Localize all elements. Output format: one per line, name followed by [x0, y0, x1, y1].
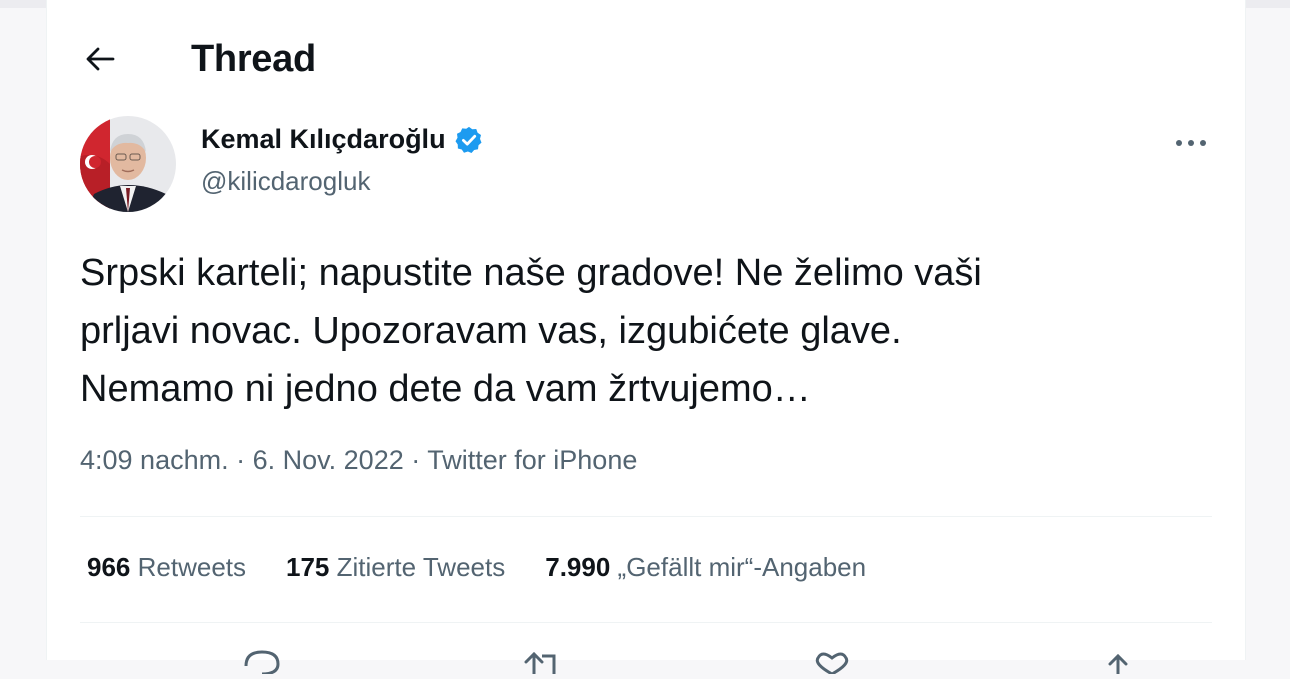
tweet-time[interactable]: 4:09 nachm. [80, 445, 229, 475]
heart-icon [815, 652, 849, 676]
likes-count: 7.990 [545, 552, 611, 582]
tweet-date[interactable]: 6. Nov. 2022 [253, 445, 404, 475]
likes-label: „Gefällt mir“-Angaben [617, 552, 867, 582]
more-options-button[interactable] [1171, 128, 1211, 158]
thread-column: Thread Kemal Kılıçdaroğlu @kilicdarogluk [46, 0, 1246, 676]
retweets-stat[interactable]: 966 Retweets [87, 552, 246, 583]
reply-button[interactable] [240, 644, 284, 676]
divider [80, 516, 1212, 517]
back-button[interactable] [77, 36, 123, 82]
retweet-icon [524, 651, 556, 676]
tweet-actions [80, 644, 1212, 676]
author-name[interactable]: Kemal Kılıçdaroğlu [201, 124, 484, 155]
tweet-meta: 4:09 nachm. · 6. Nov. 2022 · Twitter for… [80, 445, 637, 476]
thread-header: Thread [47, 26, 1245, 90]
arrow-left-icon [86, 47, 115, 71]
quotes-label: Zitierte Tweets [336, 552, 506, 582]
like-button[interactable] [810, 644, 854, 676]
meta-separator: · [236, 445, 246, 475]
meta-separator: · [411, 445, 421, 475]
reply-icon [244, 650, 280, 676]
quote-tweets-stat[interactable]: 175 Zitierte Tweets [286, 552, 505, 583]
author-handle[interactable]: @kilicdarogluk [201, 166, 370, 197]
retweets-label: Retweets [137, 552, 247, 582]
avatar-image [80, 116, 176, 212]
tweet-source[interactable]: Twitter for iPhone [427, 445, 637, 475]
quotes-count: 175 [286, 552, 330, 582]
share-button[interactable] [1096, 644, 1140, 676]
verified-badge-icon [455, 126, 482, 153]
page-title: Thread [191, 38, 316, 80]
author-name-text: Kemal Kılıçdaroğlu [201, 124, 446, 154]
retweet-button[interactable] [520, 644, 564, 676]
retweets-count: 966 [87, 552, 131, 582]
more-horizontal-icon [1176, 140, 1206, 146]
avatar[interactable] [80, 116, 176, 212]
likes-stat[interactable]: 7.990 „Gefällt mir“-Angaben [545, 552, 866, 583]
tweet-stats: 966 Retweets 175 Zitierte Tweets 7.990 „… [87, 552, 866, 583]
tweet-text: Srpski karteli; napustite naše gradove! … [80, 252, 982, 410]
divider [80, 622, 1212, 623]
share-icon [1108, 653, 1128, 676]
